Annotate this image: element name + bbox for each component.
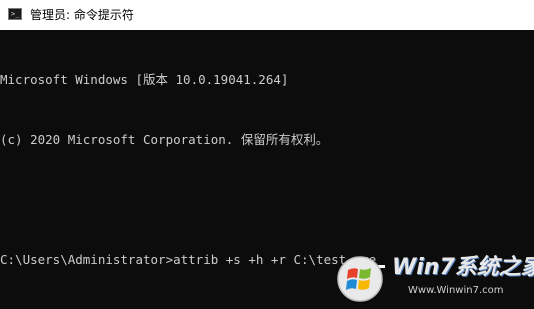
- cmd-prompt-glyph: >_: [11, 10, 20, 18]
- window-title: 管理员: 命令提示符: [30, 8, 134, 22]
- command-text: C:\Users\Administrator>attrib +s +h +r C…: [0, 252, 377, 267]
- console-line-version: Microsoft Windows [版本 10.0.19041.264]: [0, 72, 289, 87]
- console-line-blank: [0, 190, 534, 210]
- console-output[interactable]: Microsoft Windows [版本 10.0.19041.264] (c…: [0, 30, 534, 309]
- cmd-icon: >_: [8, 8, 22, 20]
- title-bar[interactable]: >_ 管理员: 命令提示符: [0, 0, 534, 30]
- console-line-copyright: (c) 2020 Microsoft Corporation. 保留所有权利。: [0, 132, 329, 147]
- console-line-command[interactable]: C:\Users\Administrator>attrib +s +h +r C…: [0, 250, 534, 270]
- text-cursor: [377, 265, 386, 268]
